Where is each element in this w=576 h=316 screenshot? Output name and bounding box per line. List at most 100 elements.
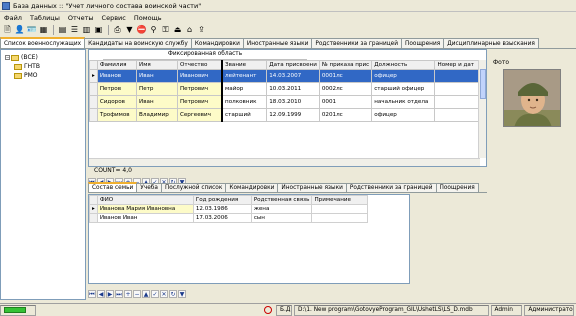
prior-record-icon[interactable]: ◀ [97, 290, 105, 298]
exit-icon[interactable]: ⏏ [172, 25, 183, 36]
column-header[interactable]: Фамилия [96, 60, 138, 70]
cell[interactable] [311, 213, 369, 223]
binoculars-icon[interactable]: ⚲ [148, 25, 159, 36]
cell[interactable]: майор [221, 82, 268, 96]
column-header[interactable]: ФИО [96, 195, 194, 205]
first-record-icon[interactable]: ⏮ [88, 290, 96, 298]
cell[interactable]: Иванов Иван [96, 213, 194, 223]
table-row[interactable]: Петров Петр Петрович майор 10.03.2011 00… [89, 82, 486, 96]
stop-icon[interactable]: ⛔ [136, 25, 147, 36]
tab-foreign-languages[interactable]: Иностранные языки [242, 38, 313, 48]
cancel-edit-icon[interactable]: ✕ [160, 290, 168, 298]
menu-help[interactable]: Помощь [130, 14, 166, 22]
post-record-icon[interactable]: ✓ [151, 290, 159, 298]
export-icon[interactable]: ⇪ [196, 25, 207, 36]
tab-relatives-abroad[interactable]: Родственники за границей [311, 38, 402, 48]
cell[interactable]: Петрович [176, 95, 224, 109]
tab-candidates[interactable]: Кандидаты на воинскую службу [84, 38, 192, 48]
cell[interactable]: офицер [371, 69, 436, 83]
cell[interactable]: 14.03.2007 [266, 69, 320, 83]
table-row[interactable]: Иванов Иван 17.03.2006 сын [89, 213, 369, 223]
tab-rewards[interactable]: Поощрения [435, 183, 479, 192]
grid-vertical-scrollbar[interactable] [478, 60, 486, 158]
table-row[interactable]: ▸ Иванова Мария Ивановна 12.03.1986 жена [89, 204, 369, 214]
family-grid[interactable]: ФИО Год рождения Родственная связь Приме… [88, 194, 410, 284]
menu-tables[interactable]: Таблицы [26, 14, 64, 22]
tab-personnel-list[interactable]: Список военнослужащих [0, 37, 86, 48]
cell[interactable]: сын [250, 213, 313, 223]
grid-icon[interactable]: ▤ [57, 25, 68, 36]
cell[interactable]: 0002лс [318, 82, 373, 96]
filter-icon[interactable]: ▼ [178, 290, 186, 298]
cell[interactable]: 17.03.2006 [192, 213, 252, 223]
cell[interactable]: Иванович [176, 69, 224, 83]
cell[interactable]: Иванов [96, 69, 138, 83]
cell[interactable]: Иванова Мария Ивановна [96, 204, 194, 214]
menu-service[interactable]: Сервис [98, 14, 130, 22]
cell[interactable]: лейтенант [221, 69, 268, 83]
cell[interactable]: старший [221, 108, 268, 122]
refresh-icon[interactable]: ↻ [169, 290, 177, 298]
column-header[interactable]: Год рождения [192, 195, 252, 205]
tab-education[interactable]: Учеба [136, 183, 162, 192]
cell[interactable]: 18.03.2010 [266, 95, 320, 109]
cell[interactable]: начальник отдела [371, 95, 436, 109]
list-icon[interactable]: ☰ [69, 25, 80, 36]
cell[interactable]: старший офицер [371, 82, 436, 96]
menu-reports[interactable]: Отчеты [64, 14, 98, 22]
personnel-grid[interactable]: Фиксированная область Фамилия Имя Отчест… [88, 49, 487, 167]
cell[interactable]: Владимир [136, 108, 178, 122]
cell[interactable]: 0001 [318, 95, 373, 109]
column-header[interactable]: Звание [221, 60, 268, 70]
tab-foreign-languages[interactable]: Иностранные языки [277, 183, 347, 192]
print-icon[interactable]: ⎙ [112, 25, 123, 36]
cell[interactable]: Иван [136, 69, 178, 83]
edit-record-icon[interactable]: ▲ [142, 290, 150, 298]
cell[interactable]: Трофимов [96, 108, 138, 122]
cell[interactable]: 0001лс [318, 69, 373, 83]
cell[interactable]: Сергеевич [176, 108, 224, 122]
table-row[interactable]: ▸ Иванов Иван Иванович лейтенант 14.03.2… [89, 69, 486, 83]
user-card-icon[interactable]: 🪪 [26, 25, 37, 36]
cell[interactable]: Петров [96, 82, 138, 96]
tab-family[interactable]: Состав семьи [88, 182, 138, 192]
column-header[interactable]: Дата присвоени [266, 60, 320, 70]
user-icon[interactable]: 👤 [14, 25, 25, 36]
column-header[interactable]: Примечание [311, 195, 369, 205]
tree-item-all[interactable]: − (ВСЕ) [1, 53, 85, 62]
cell[interactable]: Петр [136, 82, 178, 96]
cell[interactable]: 12.09.1999 [266, 108, 320, 122]
column-header[interactable]: Должность [371, 60, 436, 70]
tab-disciplinary[interactable]: Дисциплинарные взыскания [443, 38, 539, 48]
last-record-icon[interactable]: ⏭ [115, 290, 123, 298]
table-row[interactable]: Сидоров Иван Петрович полковник 18.03.20… [89, 95, 486, 109]
menu-file[interactable]: Файл [0, 14, 26, 22]
next-record-icon[interactable]: ▶ [106, 290, 114, 298]
cell[interactable]: жена [250, 204, 313, 214]
cell[interactable]: 10.03.2011 [266, 82, 320, 96]
cell[interactable]: Петрович [176, 82, 224, 96]
cell[interactable]: офицер [371, 108, 436, 122]
column-header[interactable]: Отчество [176, 60, 224, 70]
table-icon[interactable]: ▦ [38, 25, 49, 36]
columns-icon[interactable]: ▥ [81, 25, 92, 36]
tab-business-trips[interactable]: Командировки [225, 183, 279, 192]
cell[interactable]: Сидоров [96, 95, 138, 109]
column-header[interactable]: Родственная связь [250, 195, 313, 205]
cell[interactable]: Иван [136, 95, 178, 109]
cell[interactable]: 12.03.1986 [192, 204, 252, 214]
cell[interactable] [311, 204, 369, 214]
column-header[interactable]: Имя [136, 60, 178, 70]
tab-rewards[interactable]: Поощрения [401, 38, 445, 48]
grid-horizontal-scrollbar[interactable] [89, 158, 480, 166]
document-icon[interactable]: ▣ [93, 25, 104, 36]
tab-relatives-abroad[interactable]: Родственники за границей [345, 183, 437, 192]
building-icon[interactable]: ⌂ [184, 25, 195, 36]
tree-item-gntv[interactable]: ГНТВ [1, 62, 85, 71]
scroll-thumb[interactable] [480, 69, 486, 99]
column-header[interactable]: № приказа прис [318, 60, 373, 70]
table-row[interactable]: Трофимов Владимир Сергеевич старший 12.0… [89, 108, 486, 122]
cell[interactable]: полковник [221, 95, 268, 109]
filter-icon[interactable]: ▼ [124, 25, 135, 36]
tab-business-trips[interactable]: Командировки [190, 38, 244, 48]
